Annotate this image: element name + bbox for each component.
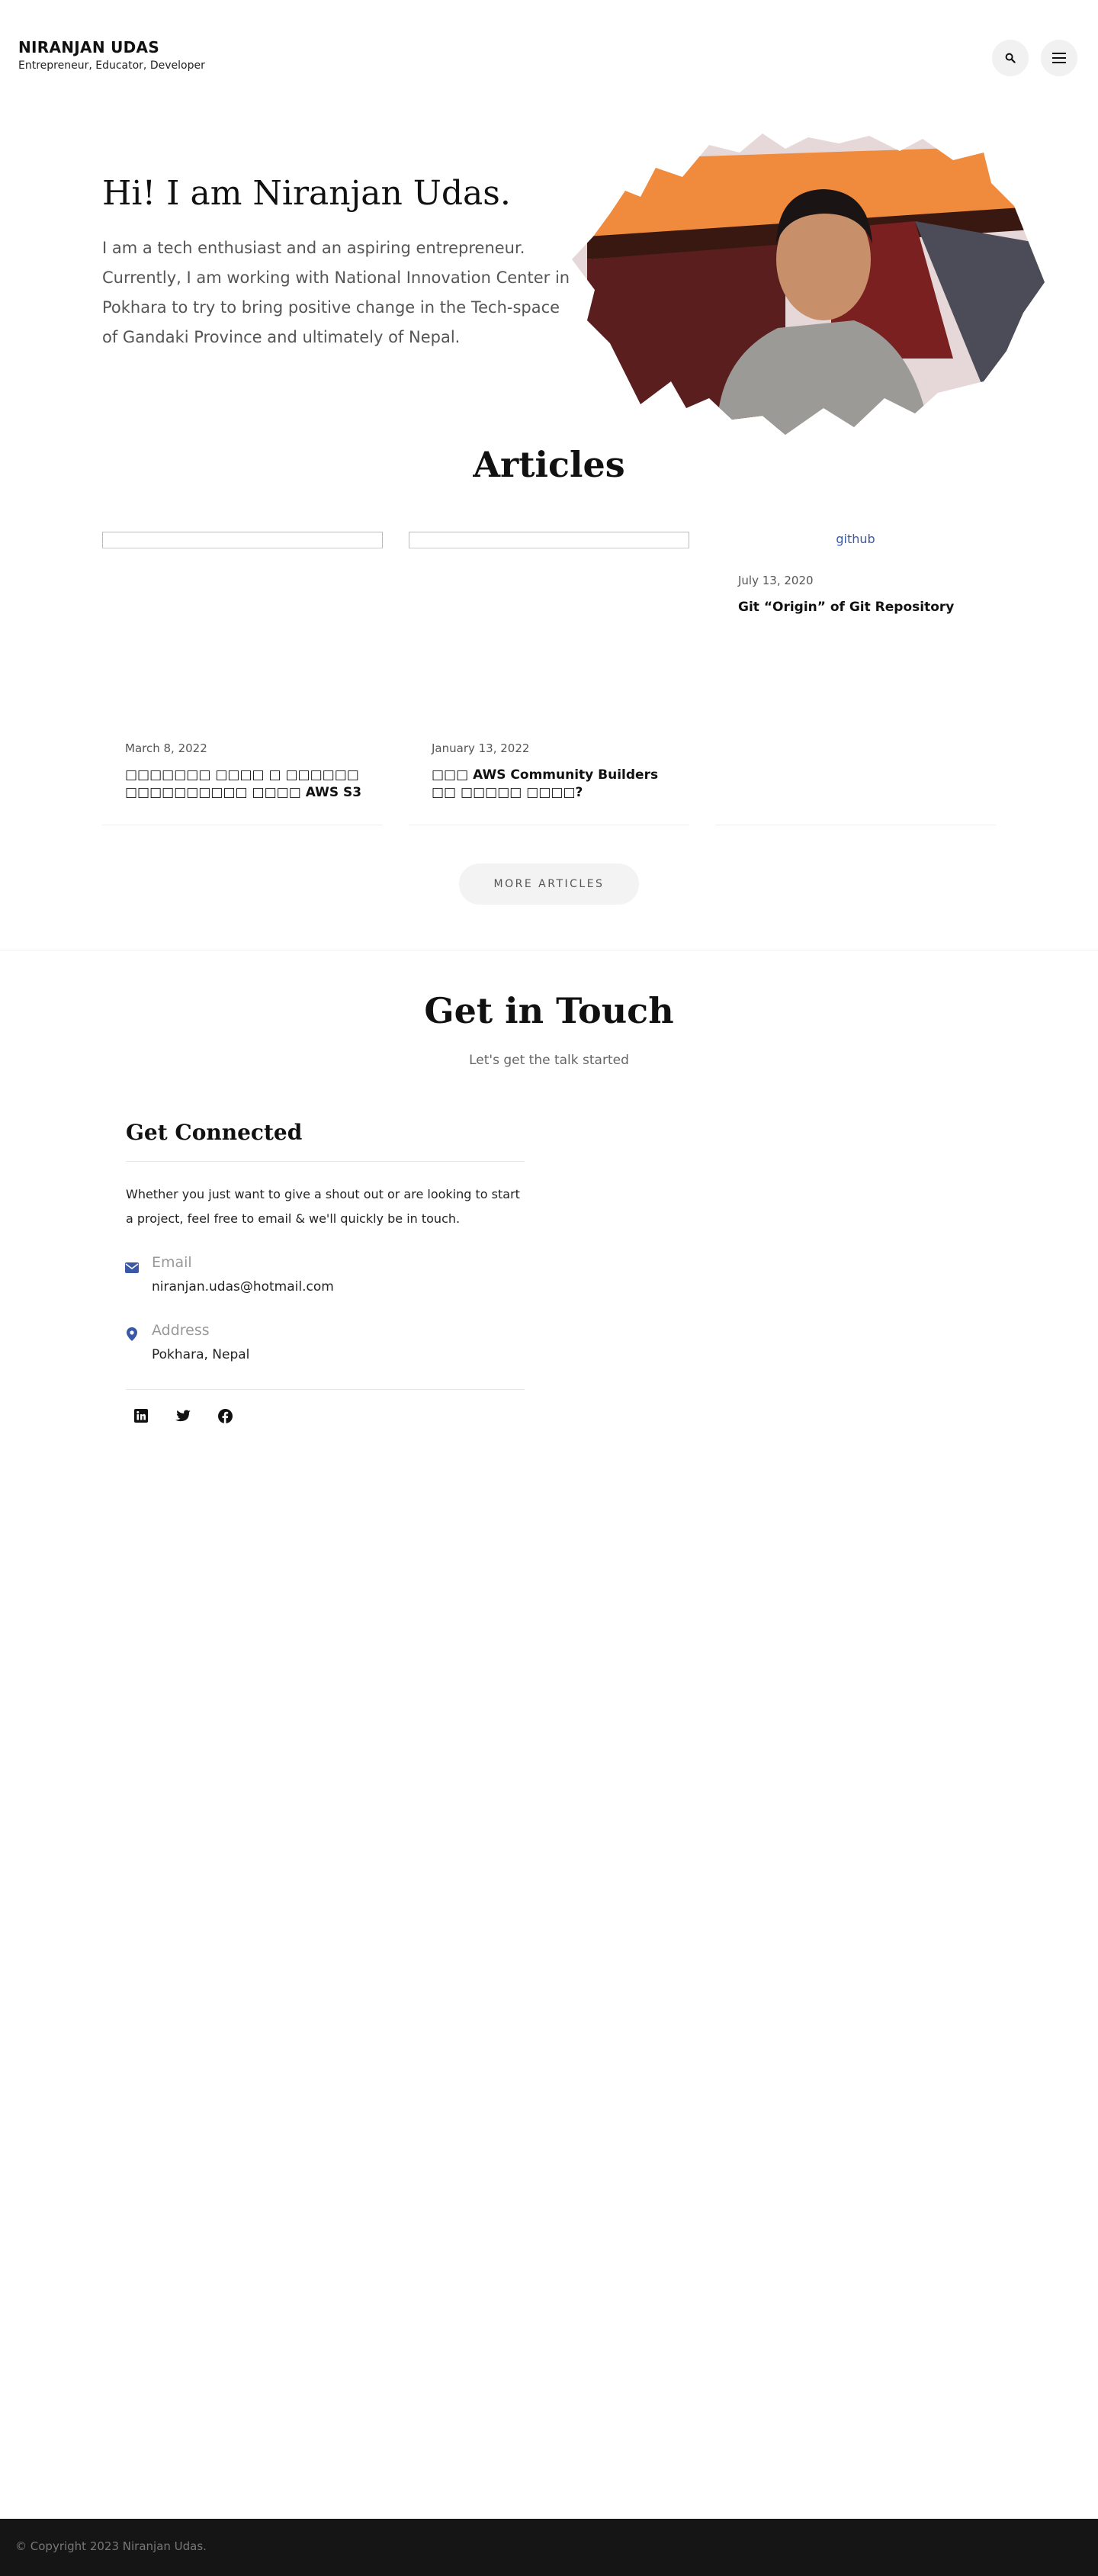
contact-intro: Whether you just want to give a shout ou… bbox=[126, 1187, 520, 1226]
linkedin-icon bbox=[134, 1409, 148, 1423]
profile-photo bbox=[572, 133, 1045, 435]
get-connected-title: Get Connected bbox=[126, 1120, 303, 1145]
article-title[interactable]: Git “Origin” of Git Repository bbox=[738, 599, 982, 616]
facebook-icon bbox=[217, 1408, 233, 1423]
site-name[interactable]: NIRANJAN UDAS bbox=[18, 38, 205, 56]
menu-button[interactable] bbox=[1041, 40, 1077, 76]
article-thumbnail[interactable] bbox=[409, 532, 689, 548]
article-date: July 13, 2020 bbox=[738, 574, 814, 587]
article-title[interactable]: □□□ AWS Community Builders □□ □□□□□ □□□□… bbox=[432, 767, 676, 802]
map-pin-icon bbox=[124, 1327, 140, 1342]
article-card[interactable]: github July 13, 2020 Git “Origin” of Git… bbox=[715, 532, 996, 825]
copyright-text: © Copyright 2023 Niranjan Udas. bbox=[15, 2539, 207, 2553]
search-icon bbox=[1005, 53, 1016, 63]
email-label: Email bbox=[152, 1254, 192, 1271]
article-card[interactable]: January 13, 2022 □□□ AWS Community Build… bbox=[409, 532, 689, 825]
brand[interactable]: NIRANJAN UDAS Entrepreneur, Educator, De… bbox=[18, 38, 205, 72]
article-date: March 8, 2022 bbox=[125, 741, 207, 755]
facebook-link[interactable] bbox=[212, 1403, 238, 1429]
email-value[interactable]: niranjan.udas@hotmail.com bbox=[152, 1279, 334, 1294]
divider bbox=[126, 1389, 525, 1390]
search-button[interactable] bbox=[992, 40, 1029, 76]
hero-intro: I am a tech enthusiast and an aspiring e… bbox=[102, 239, 570, 346]
menu-icon bbox=[1052, 53, 1066, 63]
address-value: Pokhara, Nepal bbox=[152, 1347, 250, 1362]
site-header: NIRANJAN UDAS Entrepreneur, Educator, De… bbox=[0, 0, 1098, 114]
article-thumbnail[interactable] bbox=[102, 532, 383, 548]
more-articles-button[interactable]: MORE ARTICLES bbox=[459, 863, 639, 905]
article-card[interactable]: March 8, 2022 □□□□□□□ □□□□ □ □□□□□□ □□□□… bbox=[102, 532, 383, 825]
articles-heading: Articles bbox=[473, 444, 625, 485]
contact-subtitle: Let's get the talk started bbox=[469, 1053, 629, 1068]
linkedin-link[interactable] bbox=[128, 1403, 154, 1429]
site-tagline: Entrepreneur, Educator, Developer bbox=[18, 59, 205, 72]
article-title[interactable]: □□□□□□□ □□□□ □ □□□□□□ □□□□□□□□□□ □□□□ AW… bbox=[125, 767, 369, 802]
contact-heading: Get in Touch bbox=[424, 990, 674, 1031]
hero-title: Hi! I am Niranjan Udas. bbox=[102, 174, 511, 213]
twitter-link[interactable] bbox=[170, 1403, 196, 1429]
article-thumbnail[interactable]: github bbox=[715, 532, 996, 546]
article-date: January 13, 2022 bbox=[432, 741, 530, 755]
address-label: Address bbox=[152, 1322, 210, 1339]
site-footer: © Copyright 2023 Niranjan Udas. bbox=[0, 2519, 1098, 2576]
envelope-icon bbox=[124, 1260, 140, 1275]
divider bbox=[126, 1161, 525, 1162]
twitter-icon bbox=[175, 1410, 191, 1421]
